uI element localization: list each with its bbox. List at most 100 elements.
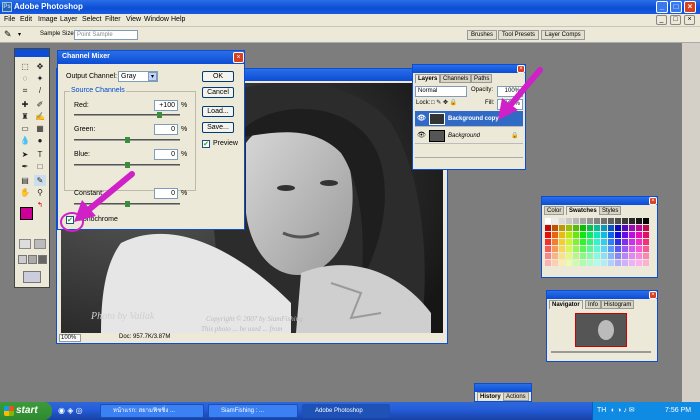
swatch-cell[interactable] bbox=[608, 218, 614, 224]
maximize-button[interactable]: □ bbox=[670, 1, 682, 13]
standard-mode-icon[interactable] bbox=[19, 239, 31, 249]
swatch-cell[interactable] bbox=[545, 239, 551, 245]
swatch-cell[interactable] bbox=[622, 239, 628, 245]
swatch-cell[interactable] bbox=[643, 225, 649, 231]
clone-stamp-icon[interactable]: ♜ bbox=[19, 111, 31, 122]
tool-presets-tab[interactable]: Tool Presets bbox=[498, 30, 540, 40]
jump-to-imageready-icon[interactable] bbox=[23, 271, 41, 283]
swatch-cell[interactable] bbox=[580, 246, 586, 252]
brushes-tab[interactable]: Brushes bbox=[467, 30, 498, 40]
constant-value-input[interactable]: 0 bbox=[154, 188, 178, 199]
quick-launch-icons[interactable]: ◉ ◈ ◎ bbox=[58, 406, 83, 415]
swatch-cell[interactable] bbox=[580, 239, 586, 245]
swatch-cell[interactable] bbox=[545, 260, 551, 266]
swatch-cell[interactable] bbox=[580, 225, 586, 231]
close-button[interactable]: × bbox=[684, 1, 696, 13]
swatch-cell[interactable] bbox=[594, 225, 600, 231]
doc-restore-button[interactable]: □ bbox=[670, 15, 681, 25]
move-tool-icon[interactable]: ✥ bbox=[34, 61, 46, 72]
taskbar-item-photoshop[interactable]: Adobe Photoshop bbox=[302, 404, 390, 418]
swatches-panel-close-button[interactable]: × bbox=[649, 197, 657, 205]
swatch-cell[interactable] bbox=[566, 246, 572, 252]
layer-comps-tab[interactable]: Layer Comps bbox=[541, 30, 585, 40]
swatch-cell[interactable] bbox=[552, 246, 558, 252]
swatch-cell[interactable] bbox=[566, 260, 572, 266]
menu-edit[interactable]: Edit bbox=[20, 16, 32, 23]
ok-button[interactable]: OK bbox=[202, 71, 234, 82]
swatch-cell[interactable] bbox=[545, 218, 551, 224]
type-tool-icon[interactable]: T bbox=[34, 149, 46, 160]
tab-navigator[interactable]: Navigator bbox=[549, 300, 583, 309]
swatch-cell[interactable] bbox=[636, 232, 642, 238]
swatch-cell[interactable] bbox=[601, 253, 607, 259]
swatch-cell[interactable] bbox=[622, 232, 628, 238]
gradient-icon[interactable]: ▦ bbox=[34, 123, 46, 134]
taskbar-item-browser-2[interactable]: SiamFishing : ... bbox=[208, 404, 298, 418]
swatch-cell[interactable] bbox=[552, 260, 558, 266]
swatch-cell[interactable] bbox=[594, 218, 600, 224]
eraser-icon[interactable]: ▭ bbox=[19, 123, 31, 134]
swatch-cell[interactable] bbox=[629, 232, 635, 238]
swatch-cell[interactable] bbox=[629, 239, 635, 245]
red-slider[interactable] bbox=[74, 114, 180, 116]
swatch-cell[interactable] bbox=[559, 260, 565, 266]
blend-mode-select[interactable]: Normal bbox=[415, 86, 467, 97]
swatch-cell[interactable] bbox=[601, 218, 607, 224]
swatch-cell[interactable] bbox=[601, 232, 607, 238]
swatch-cell[interactable] bbox=[573, 246, 579, 252]
swatch-cell[interactable] bbox=[580, 260, 586, 266]
swatch-cell[interactable] bbox=[615, 246, 621, 252]
foreground-color-swatch[interactable] bbox=[20, 207, 33, 220]
swatch-cell[interactable] bbox=[636, 260, 642, 266]
tab-info[interactable]: Info bbox=[585, 300, 602, 309]
right-scrollbar[interactable] bbox=[682, 43, 700, 402]
hand-tool-icon[interactable]: ✋ bbox=[19, 187, 31, 198]
tab-layers[interactable]: Layers bbox=[415, 74, 441, 83]
menu-view[interactable]: View bbox=[126, 16, 141, 23]
swatch-cell[interactable] bbox=[566, 225, 572, 231]
screen-mode-standard-icon[interactable] bbox=[18, 255, 27, 264]
swatch-cell[interactable] bbox=[636, 253, 642, 259]
zoom-tool-icon[interactable]: ⚲ bbox=[34, 187, 46, 198]
swatch-cell[interactable] bbox=[559, 246, 565, 252]
swatch-cell[interactable] bbox=[601, 225, 607, 231]
swatch-cell[interactable] bbox=[629, 246, 635, 252]
language-indicator[interactable]: TH bbox=[597, 407, 606, 414]
swatch-cell[interactable] bbox=[601, 246, 607, 252]
swatch-cell[interactable] bbox=[587, 253, 593, 259]
swatch-cell[interactable] bbox=[559, 239, 565, 245]
eyedropper-icon[interactable]: ✎ bbox=[4, 30, 16, 40]
swatch-cell[interactable] bbox=[629, 260, 635, 266]
screen-mode-full-icon[interactable] bbox=[38, 255, 47, 264]
swatch-cell[interactable] bbox=[615, 253, 621, 259]
path-selection-icon[interactable]: ➤ bbox=[19, 149, 31, 160]
crop-tool-icon[interactable]: ⌗ bbox=[19, 85, 31, 96]
layer-row-background[interactable]: 👁 Background 🔒 bbox=[415, 128, 523, 144]
menu-select[interactable]: Select bbox=[82, 16, 101, 23]
swatch-cell[interactable] bbox=[601, 239, 607, 245]
tab-channels[interactable]: Channels bbox=[440, 74, 472, 83]
navigator-panel-close-button[interactable]: × bbox=[649, 291, 657, 299]
dodge-tool-icon[interactable]: ● bbox=[34, 135, 46, 146]
healing-brush-icon[interactable]: ✚ bbox=[19, 99, 31, 110]
preview-checkbox[interactable]: ✔ bbox=[202, 140, 210, 148]
swatch-cell[interactable] bbox=[601, 260, 607, 266]
quick-mask-icon[interactable] bbox=[34, 239, 46, 249]
swatch-cell[interactable] bbox=[552, 239, 558, 245]
green-slider-thumb[interactable] bbox=[125, 137, 130, 143]
tray-icons[interactable]: ◐ ◑ ♪ ✉ bbox=[611, 406, 635, 414]
blur-tool-icon[interactable]: 💧 bbox=[19, 135, 31, 146]
doc-close-button[interactable]: × bbox=[684, 15, 695, 25]
slice-tool-icon[interactable]: / bbox=[34, 85, 46, 96]
eye-icon[interactable]: 👁 bbox=[417, 128, 426, 144]
lasso-tool-icon[interactable]: ◌ bbox=[19, 73, 31, 84]
red-value-input[interactable]: +100 bbox=[154, 100, 178, 111]
taskbar-item-browser-1[interactable]: หน้าแรก: สยามฟิชชิ่ง ... bbox=[100, 404, 204, 418]
swatch-cell[interactable] bbox=[622, 260, 628, 266]
menu-image[interactable]: Image bbox=[38, 16, 57, 23]
red-slider-thumb[interactable] bbox=[157, 112, 162, 118]
swatch-cell[interactable] bbox=[594, 232, 600, 238]
tab-actions[interactable]: Actions bbox=[503, 392, 529, 401]
swatch-cell[interactable] bbox=[580, 232, 586, 238]
swatch-cell[interactable] bbox=[573, 253, 579, 259]
